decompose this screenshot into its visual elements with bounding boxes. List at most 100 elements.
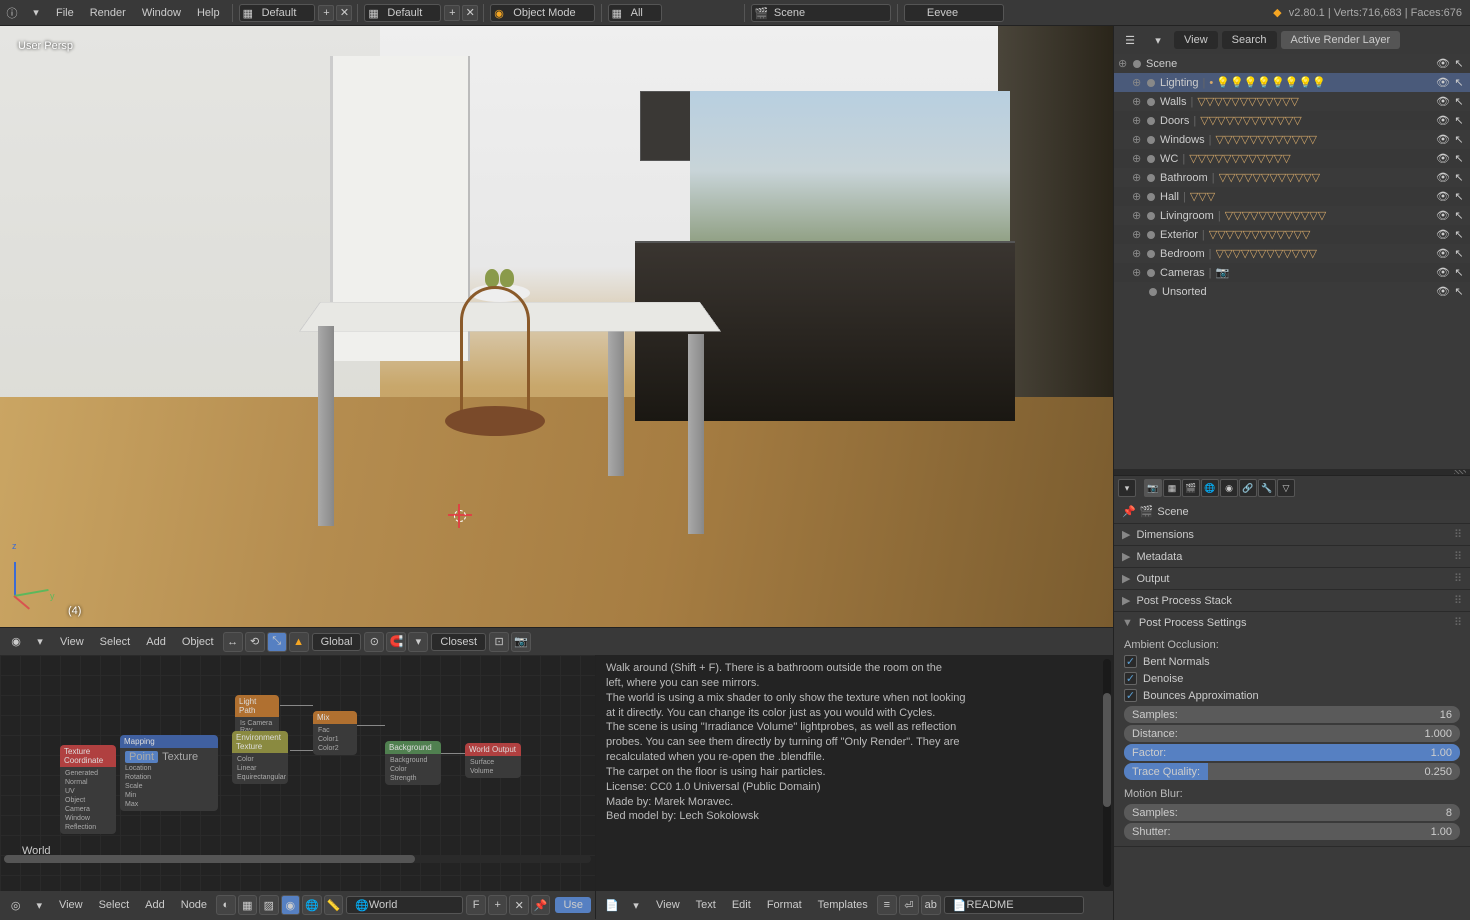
workspace-dropdown[interactable]: ▦Default <box>364 4 441 22</box>
dropdown-icon[interactable]: ▾ <box>29 895 48 915</box>
visibility-icon[interactable]: 👁 <box>1436 171 1450 184</box>
render-engine-dropdown[interactable]: Eevee <box>904 4 1004 22</box>
bounces-checkbox[interactable]: ✓Bounces Approximation <box>1124 687 1460 704</box>
visibility-icon[interactable]: 👁 <box>1436 266 1450 279</box>
screen-layout-dropdown[interactable]: ▦Default <box>239 4 316 22</box>
visibility-icon[interactable]: 👁 <box>1436 209 1450 222</box>
visibility-icon[interactable]: 👁 <box>1436 57 1450 70</box>
visibility-icon[interactable]: 👁 <box>1436 285 1450 298</box>
node-texture-coord[interactable]: Texture CoordinateGeneratedNormalUVObjec… <box>60 745 116 834</box>
snap-dropdown[interactable]: Closest <box>431 633 486 651</box>
manipulator3-icon[interactable]: ⤡ <box>267 632 287 652</box>
visibility-icon[interactable]: 👁 <box>1436 76 1450 89</box>
world-tab-icon[interactable]: 🌐 <box>1201 479 1219 497</box>
orientation-dropdown[interactable]: Global <box>312 633 362 651</box>
ao-distance-slider[interactable]: Distance:1.000 <box>1124 725 1460 742</box>
world-dropdown[interactable]: 🌐 World <box>346 896 463 914</box>
line-numbers-icon[interactable]: ≡ <box>877 895 897 915</box>
manipulator-icon[interactable]: ↔ <box>223 632 243 652</box>
ao-samples-slider[interactable]: Samples:16 <box>1124 706 1460 723</box>
selectable-icon[interactable]: ↖ <box>1452 95 1466 108</box>
node-output[interactable]: World OutputSurfaceVolume <box>465 743 521 778</box>
compositor-icon[interactable]: ▦ <box>238 895 258 915</box>
object-shader-icon[interactable]: ◉ <box>281 895 301 915</box>
node-mapping[interactable]: MappingPointTextureLocationRotationScale… <box>120 735 218 811</box>
selectable-icon[interactable]: ↖ <box>1452 209 1466 222</box>
camera-icon[interactable]: 📷 <box>511 632 531 652</box>
tree-row-scene[interactable]: ⊕Scene👁↖ <box>1114 54 1470 73</box>
syntax-icon[interactable]: ab <box>921 895 941 915</box>
editor-type-icon[interactable]: ▾ <box>1118 479 1136 497</box>
selectable-icon[interactable]: ↖ <box>1452 76 1466 89</box>
selectable-icon[interactable]: ↖ <box>1452 266 1466 279</box>
metadata-panel[interactable]: ▶Metadata⠿ <box>1114 546 1470 567</box>
axis-gizmo[interactable]: z y <box>14 547 64 597</box>
v-scrollbar[interactable] <box>1103 659 1111 887</box>
view-menu[interactable]: View <box>52 636 92 648</box>
visibility-icon[interactable]: 👁 <box>1436 228 1450 241</box>
text-file-dropdown[interactable]: 📄 README <box>944 896 1084 914</box>
pin-icon[interactable]: 📌 <box>1122 505 1136 518</box>
visibility-icon[interactable]: 👁 <box>1436 95 1450 108</box>
pin-icon[interactable]: 📌 <box>531 895 551 915</box>
remove-layout-button[interactable]: ✕ <box>336 5 352 21</box>
menu-help[interactable]: Help <box>189 7 228 19</box>
post-settings-panel[interactable]: ▼Post Process Settings⠿ <box>1114 612 1470 633</box>
active-layer-tab[interactable]: Active Render Layer <box>1281 31 1401 49</box>
view-menu[interactable]: View <box>51 899 91 911</box>
manipulator2-icon[interactable]: ⟲ <box>245 632 265 652</box>
tree-row-walls[interactable]: ⊕Walls|▽▽▽▽▽▽▽▽▽▽▽▽👁↖ <box>1114 92 1470 111</box>
node-menu[interactable]: Node <box>173 899 215 911</box>
add-menu[interactable]: Add <box>137 899 173 911</box>
view-tab[interactable]: View <box>1174 31 1218 49</box>
search-tab[interactable]: Search <box>1222 31 1277 49</box>
layers-dropdown[interactable]: ▦All <box>608 4 662 22</box>
editor-type-icon[interactable]: ◉ <box>6 632 26 652</box>
line-shader-icon[interactable]: 📏 <box>324 895 344 915</box>
add-world-button[interactable]: + <box>488 895 508 915</box>
resize-grip[interactable] <box>1114 469 1470 475</box>
visibility-icon[interactable]: 👁 <box>1436 152 1450 165</box>
node-env-texture[interactable]: Environment TextureColorLinearEquirectan… <box>232 731 288 784</box>
text-content[interactable]: Walk around (Shift + F). There is a bath… <box>596 655 1113 891</box>
edit-menu[interactable]: Edit <box>724 899 759 911</box>
selectable-icon[interactable]: ↖ <box>1452 247 1466 260</box>
selectable-icon[interactable]: ↖ <box>1452 152 1466 165</box>
visibility-icon[interactable]: 👁 <box>1436 114 1450 127</box>
selectable-icon[interactable]: ↖ <box>1452 57 1466 70</box>
shader-icon[interactable]: ◐ <box>216 895 236 915</box>
layers-tab-icon[interactable]: ▦ <box>1163 479 1181 497</box>
dropdown-icon[interactable]: ▾ <box>626 895 646 915</box>
select-menu[interactable]: Select <box>91 899 138 911</box>
add-workspace-button[interactable]: + <box>444 5 460 21</box>
remove-world-button[interactable]: ✕ <box>509 895 529 915</box>
selectable-icon[interactable]: ↖ <box>1452 228 1466 241</box>
scene-tab-icon[interactable]: 🎬 <box>1182 479 1200 497</box>
templates-menu[interactable]: Templates <box>810 899 876 911</box>
info-icon[interactable]: ⓘ <box>2 3 22 23</box>
scene-dropdown[interactable]: 🎬Scene <box>751 4 891 22</box>
h-scrollbar[interactable] <box>4 855 591 863</box>
tree-row-lighting[interactable]: ⊕Lighting|• 💡💡💡💡💡💡💡💡👁↖ <box>1114 73 1470 92</box>
3d-viewport[interactable]: User Persp z y (4) <box>0 26 1113 627</box>
denoise-checkbox[interactable]: ✓Denoise <box>1124 670 1460 687</box>
dropdown-icon[interactable]: ▾ <box>30 632 50 652</box>
output-panel[interactable]: ▶Output⠿ <box>1114 568 1470 589</box>
visibility-icon[interactable]: 👁 <box>1436 190 1450 203</box>
selectable-icon[interactable]: ↖ <box>1452 285 1466 298</box>
select-menu[interactable]: Select <box>92 636 139 648</box>
data-tab-icon[interactable]: ▽ <box>1277 479 1295 497</box>
tree-row-hall[interactable]: ⊕Hall|▽▽▽👁↖ <box>1114 187 1470 206</box>
tree-row-windows[interactable]: ⊕Windows|▽▽▽▽▽▽▽▽▽▽▽▽👁↖ <box>1114 130 1470 149</box>
post-stack-panel[interactable]: ▶Post Process Stack⠿ <box>1114 590 1470 611</box>
visibility-icon[interactable]: 👁 <box>1436 133 1450 146</box>
editor-type-icon[interactable]: ☰ <box>1120 30 1140 50</box>
modifiers-tab-icon[interactable]: 🔧 <box>1258 479 1276 497</box>
snap-icon[interactable]: 🧲 <box>386 632 406 652</box>
outliner-tree[interactable]: ⊕Scene👁↖⊕Lighting|• 💡💡💡💡💡💡💡💡👁↖⊕Walls|▽▽▽… <box>1114 54 1470 469</box>
tree-row-doors[interactable]: ⊕Doors|▽▽▽▽▽▽▽▽▽▽▽▽👁↖ <box>1114 111 1470 130</box>
node-canvas[interactable]: Texture CoordinateGeneratedNormalUVObjec… <box>0 655 595 891</box>
tree-row-bathroom[interactable]: ⊕Bathroom|▽▽▽▽▽▽▽▽▽▽▽▽👁↖ <box>1114 168 1470 187</box>
selectable-icon[interactable]: ↖ <box>1452 133 1466 146</box>
ao-trace-slider[interactable]: Trace Quality:0.250 <box>1124 763 1460 780</box>
